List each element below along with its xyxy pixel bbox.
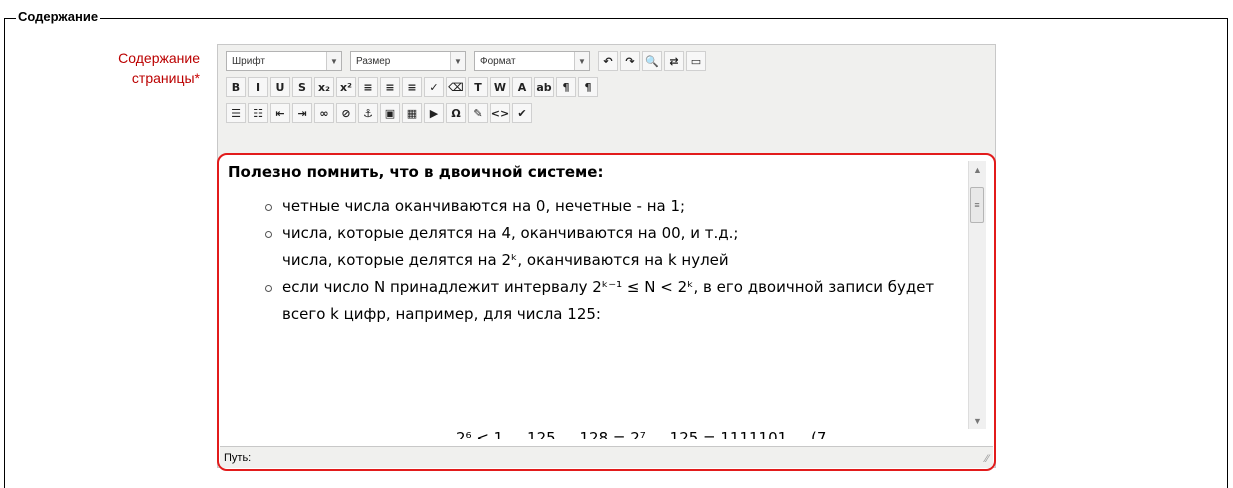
content-scrollbar[interactable]: ▲ ≡ ▼	[968, 161, 986, 429]
subscript-icon[interactable]: x₂	[314, 77, 334, 97]
editor-content-area[interactable]: Полезно помнить, что в двоичной системе:…	[217, 153, 996, 471]
html-icon[interactable]: <>	[490, 103, 510, 123]
scroll-down-icon[interactable]: ▼	[969, 412, 986, 429]
align-left-icon[interactable]: ≡	[358, 77, 378, 97]
align-center-icon[interactable]: ≡	[380, 77, 400, 97]
link-icon[interactable]: ∞	[314, 103, 334, 123]
spellcheck-icon[interactable]: ✔	[512, 103, 532, 123]
list-item: если число N принадлежит интервалу 2ᵏ⁻¹ …	[265, 274, 946, 328]
formula-line: 2⁶ < 1 ... 125 ... 128 = 2⁷ ... 125 = 11…	[456, 429, 827, 439]
content-heading: Полезно помнить, что в двоичной системе:	[228, 163, 604, 181]
underline-icon[interactable]: U	[270, 77, 290, 97]
align-right-icon[interactable]: ≡	[402, 77, 422, 97]
template-icon[interactable]: ✎	[468, 103, 488, 123]
chevron-down-icon: ▼	[450, 52, 465, 70]
paste-word-icon[interactable]: W	[490, 77, 510, 97]
fieldset-legend: Содержание	[16, 9, 101, 24]
scroll-up-icon[interactable]: ▲	[969, 161, 986, 178]
replace-icon[interactable]: ⇄	[664, 51, 684, 71]
anchor-icon[interactable]: ⚓	[358, 103, 378, 123]
special-char-icon[interactable]: Ω	[446, 103, 466, 123]
toolbar-row-1: Шрифт ▼ Размер ▼ Формат ▼ ↶ ↷ 🔍 ⇄ ▭	[226, 49, 708, 73]
undo-icon[interactable]: ↶	[598, 51, 618, 71]
superscript-icon[interactable]: x²	[336, 77, 356, 97]
editor-document[interactable]: Полезно помнить, что в двоичной системе:…	[228, 163, 946, 439]
scroll-thumb[interactable]: ≡	[970, 187, 984, 223]
find-icon[interactable]: 🔍	[642, 51, 662, 71]
toolbar-row-3: ☰ ☷ ⇤ ⇥ ∞ ⊘ ⚓ ▣ ▦ ▶ Ω ✎ <> ✔	[226, 101, 534, 125]
bold-icon[interactable]: B	[226, 77, 246, 97]
eraser-icon[interactable]: ⌫	[446, 77, 466, 97]
list-item: числа, которые делятся на 4, оканчиваютс…	[265, 220, 946, 247]
text-color-icon[interactable]: A	[512, 77, 532, 97]
font-select[interactable]: Шрифт ▼	[226, 51, 342, 71]
chevron-down-icon: ▼	[326, 52, 341, 70]
strikethrough-icon[interactable]: S	[292, 77, 312, 97]
italic-icon[interactable]: I	[248, 77, 268, 97]
highlight-color-icon[interactable]: ab	[534, 77, 554, 97]
content-list: четные числа оканчиваются на 0, нечетные…	[228, 193, 946, 328]
image-icon[interactable]: ▣	[380, 103, 400, 123]
cleanup-icon[interactable]: ✓	[424, 77, 444, 97]
size-select[interactable]: Размер ▼	[350, 51, 466, 71]
table-icon[interactable]: ▦	[402, 103, 422, 123]
chevron-down-icon: ▼	[574, 52, 589, 70]
path-label: Путь:	[224, 451, 252, 464]
format-select[interactable]: Формат ▼	[474, 51, 590, 71]
toolbar-row-2: B I U Sx₂ x² ≡ ≡ ≡ ✓ ⌫ T W Aab ¶ ¶	[226, 75, 600, 99]
list-item: числа, которые делятся на 2ᵏ, оканчивают…	[282, 251, 729, 269]
label-line-1: Содержание	[118, 50, 200, 66]
rtl-icon[interactable]: ¶	[578, 77, 598, 97]
media-icon[interactable]: ▶	[424, 103, 444, 123]
ltr-icon[interactable]: ¶	[556, 77, 576, 97]
list-item: четные числа оканчиваются на 0, нечетные…	[265, 193, 946, 220]
fullscreen-icon[interactable]: ▭	[686, 51, 706, 71]
editor-statusbar: Путь: ⁄⁄	[220, 446, 993, 468]
outdent-icon[interactable]: ⇤	[270, 103, 290, 123]
paste-text-icon[interactable]: T	[468, 77, 488, 97]
resize-grip-icon[interactable]: ⁄⁄	[985, 453, 989, 465]
page-content-label: Содержание страницы*	[40, 48, 200, 88]
numbered-list-icon[interactable]: ☷	[248, 103, 268, 123]
redo-icon[interactable]: ↷	[620, 51, 640, 71]
unlink-icon[interactable]: ⊘	[336, 103, 356, 123]
label-line-2: страницы*	[131, 70, 200, 86]
bullet-list-icon[interactable]: ☰	[226, 103, 246, 123]
required-mark: *	[194, 70, 200, 86]
indent-icon[interactable]: ⇥	[292, 103, 312, 123]
